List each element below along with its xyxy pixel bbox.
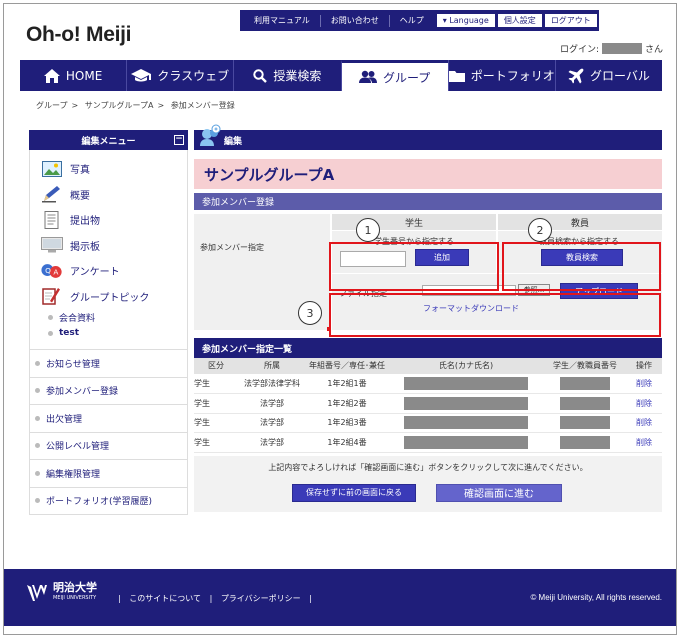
col-faculty-header: 教員 (498, 214, 662, 230)
table-row: 学生 法学部 1年2組3番 削除 (194, 413, 662, 433)
monitor-icon (41, 237, 63, 253)
edit-header: 編集 (194, 124, 662, 150)
sidebar-menu-permissions[interactable]: 編集権限管理 (29, 460, 188, 488)
redacted-name (404, 396, 528, 410)
member-table: 区分 所属 年組番号／専任･兼任 氏名(カナ氏名) 学生／教職員番号 操作 学生… (194, 358, 662, 453)
redacted-name (404, 377, 528, 391)
sidebar-menu-portfolio[interactable]: ポートフォリオ(学習履歴) (29, 487, 188, 515)
svg-text:Q: Q (45, 266, 51, 275)
login-status: ログイン: さん (560, 42, 663, 55)
sidebar-subitem-test[interactable]: test (30, 325, 187, 341)
sidebar-item-survey[interactable]: QA アンケート (30, 258, 187, 284)
annotation-box-3 (329, 293, 661, 337)
login-label: ログイン: (560, 45, 600, 55)
confirm-message: 上記内容でよろしければ「確認画面に進む」ボタンをクリックして次に進んでください。 (268, 462, 588, 472)
redacted-username (602, 43, 643, 54)
back-without-save-button[interactable]: 保存せずに前の画面に戻る (292, 483, 416, 502)
language-select[interactable]: ▾ Language (436, 14, 495, 27)
site-logo[interactable]: Oh-o! Meiji (26, 23, 131, 47)
svg-text:A: A (53, 267, 58, 276)
pen-icon (42, 186, 60, 203)
edit-people-icon (200, 124, 221, 146)
collapse-icon[interactable]: − (174, 135, 184, 145)
search-icon (253, 68, 268, 83)
qa-icon: QA (41, 263, 62, 278)
sidebar-menu-visibility[interactable]: 公開レベル管理 (29, 432, 188, 460)
delete-link[interactable]: 削除 (636, 379, 652, 388)
home-icon (43, 68, 60, 83)
browser-frame: Oh-o! Meiji 利用マニュアル お問い合わせ ヘルプ ▾ Languag… (3, 3, 677, 635)
nav-classweb[interactable]: クラスウェブ (126, 60, 233, 91)
redacted-id (560, 416, 610, 430)
sidebar-item-overview[interactable]: 概要 (30, 182, 187, 208)
footer: 明治大学 MEIJI UNIVERSITY | このサイトについて | プライバ… (4, 569, 676, 626)
nav-course-search[interactable]: 授業検索 (233, 60, 340, 91)
table-row: 学生 法学部 1年2組2番 削除 (194, 393, 662, 414)
photo-icon (42, 160, 62, 177)
global-nav: HOME クラスウェブ 授業検索 グループ ポートフォリオ グローバル (20, 60, 662, 91)
university-logo[interactable]: 明治大学 MEIJI UNIVERSITY (26, 582, 97, 604)
meiji-emblem-icon (27, 585, 47, 601)
callout-1: 1 (356, 218, 380, 242)
breadcrumb: グループ > サンプルグループA > 参加メンバー登録 (36, 101, 235, 110)
redacted-id (560, 377, 610, 391)
annotation-box-2 (502, 242, 661, 291)
sidebar-menu-attendance[interactable]: 出欠管理 (29, 405, 188, 433)
sidebar-item-photo[interactable]: 写真 (30, 156, 187, 182)
edit-sidebar: 編集メニュー − 写真 概要 提出物 掲示板 QA アンケート グループトピック… (29, 130, 188, 515)
help-link[interactable]: ヘルプ (388, 14, 434, 27)
contact-link[interactable]: お問い合わせ (319, 14, 389, 27)
logout-link[interactable]: ログアウト (544, 14, 597, 27)
table-row: 学生 法学部 1年2組4番 削除 (194, 432, 662, 453)
annotation-box-1 (329, 242, 499, 291)
manual-link[interactable]: 利用マニュアル (244, 15, 320, 27)
nav-global[interactable]: グローバル (554, 60, 662, 91)
breadcrumb-group[interactable]: グループ (36, 101, 68, 110)
confirm-area: 上記内容でよろしければ「確認画面に進む」ボタンをクリックして次に進んでください。… (194, 455, 662, 512)
delete-link[interactable]: 削除 (636, 418, 652, 427)
group-icon (358, 70, 377, 83)
breadcrumb-current: 参加メンバー登録 (170, 101, 235, 110)
sidebar-menu: 写真 概要 提出物 掲示板 QA アンケート グループトピック 会合資料 tes… (29, 150, 188, 350)
callout-2: 2 (528, 218, 552, 242)
redacted-name (404, 416, 528, 430)
nav-portfolio[interactable]: ポートフォリオ (447, 60, 555, 91)
table-row: 学生 法学部法律学科 1年2組1番 削除 (194, 374, 662, 394)
sidebar-item-board[interactable]: 掲示板 (30, 233, 187, 259)
registration-section-header: 参加メンバー登録 (194, 193, 662, 210)
member-list-header: 参加メンバー指定一覧 (194, 338, 662, 358)
copyright: © Meiji University, All rights reserved. (530, 593, 662, 602)
document-icon (44, 210, 59, 229)
folder-icon (448, 70, 465, 82)
airplane-icon (568, 68, 584, 83)
graduation-cap-icon (131, 68, 152, 81)
nav-home[interactable]: HOME (20, 60, 126, 91)
group-title: サンプルグループA (194, 159, 662, 189)
privacy-link[interactable]: プライバシーポリシー (221, 594, 301, 603)
sidebar-menu-member-registration[interactable]: 参加メンバー登録 (29, 377, 188, 405)
about-link[interactable]: このサイトについて (129, 594, 201, 603)
notebook-pen-icon (42, 288, 60, 305)
delete-link[interactable]: 削除 (636, 438, 652, 447)
sidebar-subitem-meeting-docs[interactable]: 会合資料 (30, 309, 187, 325)
callout-3: 3 (298, 301, 322, 325)
redacted-id (560, 396, 610, 410)
redacted-name (404, 435, 528, 449)
proceed-confirm-button[interactable]: 確認画面に進む (436, 483, 562, 502)
footer-links: | このサイトについて | プライバシーポリシー | (118, 594, 312, 603)
sidebar-item-submission[interactable]: 提出物 (30, 207, 187, 233)
sidebar-item-topic[interactable]: グループトピック (30, 284, 187, 310)
utility-bar: 利用マニュアル お問い合わせ ヘルプ ▾ Language 個人設定 ログアウト (240, 10, 599, 31)
table-header-row: 区分 所属 年組番号／専任･兼任 氏名(カナ氏名) 学生／教職員番号 操作 (194, 358, 662, 375)
delete-link[interactable]: 削除 (636, 399, 652, 408)
login-suffix: さん (645, 45, 664, 55)
breadcrumb-sample-group[interactable]: サンプルグループA (85, 101, 154, 110)
nav-group[interactable]: グループ (340, 60, 448, 91)
sidebar-menu-news[interactable]: お知らせ管理 (29, 350, 188, 378)
redacted-id (560, 435, 610, 449)
sidebar-header: 編集メニュー − (29, 130, 188, 150)
personal-settings-link[interactable]: 個人設定 (497, 14, 542, 27)
